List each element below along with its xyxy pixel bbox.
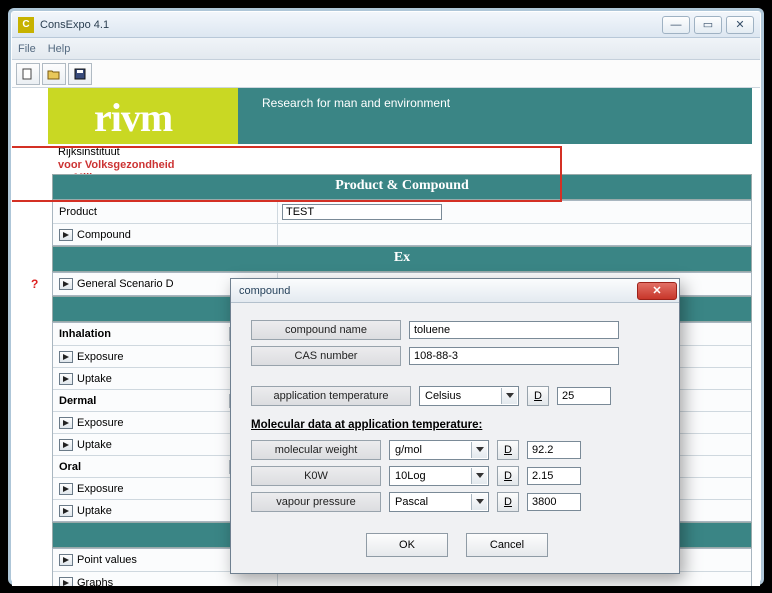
app-temp-unit-select[interactable]: Celsius xyxy=(419,386,519,406)
expand-icon[interactable] xyxy=(59,351,73,363)
ok-button[interactable]: OK xyxy=(366,533,448,557)
cas-number-label[interactable]: CAS number xyxy=(251,346,401,366)
app-temp-input[interactable] xyxy=(557,387,611,405)
titlebar[interactable]: C ConsExpo 4.1 — ▭ ✕ xyxy=(12,12,760,38)
product-input[interactable] xyxy=(282,204,442,220)
menu-help[interactable]: Help xyxy=(48,43,71,55)
d-button[interactable]: D xyxy=(527,386,549,406)
close-button[interactable]: ✕ xyxy=(726,16,754,34)
menu-file[interactable]: File xyxy=(18,43,36,55)
cas-number-input[interactable] xyxy=(409,347,619,365)
cancel-button[interactable]: Cancel xyxy=(466,533,548,557)
expand-icon[interactable] xyxy=(59,439,73,451)
expand-icon[interactable] xyxy=(59,278,73,290)
vp-input[interactable] xyxy=(527,493,581,511)
compound-dialog: compound ✕ compound name CAS number appl… xyxy=(230,278,680,574)
vp-label[interactable]: vapour pressure xyxy=(251,492,381,512)
expand-icon[interactable] xyxy=(59,417,73,429)
logo-text: rivm xyxy=(94,94,172,141)
section-product-compound: Product & Compound xyxy=(52,174,752,200)
row-product: Product xyxy=(53,201,751,223)
dialog-titlebar[interactable]: compound ✕ xyxy=(231,279,679,303)
open-button[interactable] xyxy=(42,63,66,85)
expand-icon[interactable] xyxy=(59,577,73,587)
row-compound[interactable]: Compound xyxy=(53,223,751,245)
mw-label[interactable]: molecular weight xyxy=(251,440,381,460)
compound-name-input[interactable] xyxy=(409,321,619,339)
product-label: Product xyxy=(59,206,97,218)
mw-input[interactable] xyxy=(527,441,581,459)
kow-label[interactable]: K0W xyxy=(251,466,381,486)
expand-icon[interactable] xyxy=(59,483,73,495)
expand-icon[interactable] xyxy=(59,505,73,517)
kow-input[interactable] xyxy=(527,467,581,485)
d-button[interactable]: D xyxy=(497,466,519,486)
window-title: ConsExpo 4.1 xyxy=(40,19,109,31)
banner: rivm Research for man and environment xyxy=(12,88,760,144)
chevron-down-icon xyxy=(501,388,517,404)
app-window: C ConsExpo 4.1 — ▭ ✕ File Help rivm Rese… xyxy=(8,8,764,585)
expand-icon[interactable] xyxy=(59,373,73,385)
menubar: File Help xyxy=(12,38,760,60)
chevron-down-icon xyxy=(471,442,487,458)
minimize-button[interactable]: — xyxy=(662,16,690,34)
slogan: Research for man and environment xyxy=(262,96,450,110)
d-button[interactable]: D xyxy=(497,492,519,512)
dialog-title: compound xyxy=(239,285,290,297)
toolbar xyxy=(12,60,760,88)
d-button[interactable]: D xyxy=(497,440,519,460)
kow-unit-select[interactable]: 10Log xyxy=(389,466,489,486)
save-button[interactable] xyxy=(68,63,92,85)
app-icon: C xyxy=(18,17,34,33)
chevron-down-icon xyxy=(471,494,487,510)
vp-unit-select[interactable]: Pascal xyxy=(389,492,489,512)
new-button[interactable] xyxy=(16,63,40,85)
dialog-close-button[interactable]: ✕ xyxy=(637,282,677,300)
compound-name-label[interactable]: compound name xyxy=(251,320,401,340)
app-temp-label[interactable]: application temperature xyxy=(251,386,411,406)
chevron-down-icon xyxy=(471,468,487,484)
molecular-data-header: Molecular data at application temperatur… xyxy=(251,419,663,431)
section-exposure-scenario: Ex xyxy=(52,246,752,272)
mw-unit-select[interactable]: g/mol xyxy=(389,440,489,460)
maximize-button[interactable]: ▭ xyxy=(694,16,722,34)
expand-icon[interactable] xyxy=(59,229,73,241)
expand-icon[interactable] xyxy=(59,554,73,566)
content-area: rivm Research for man and environment Ri… xyxy=(12,88,760,586)
warning-icon: ? xyxy=(31,277,38,291)
